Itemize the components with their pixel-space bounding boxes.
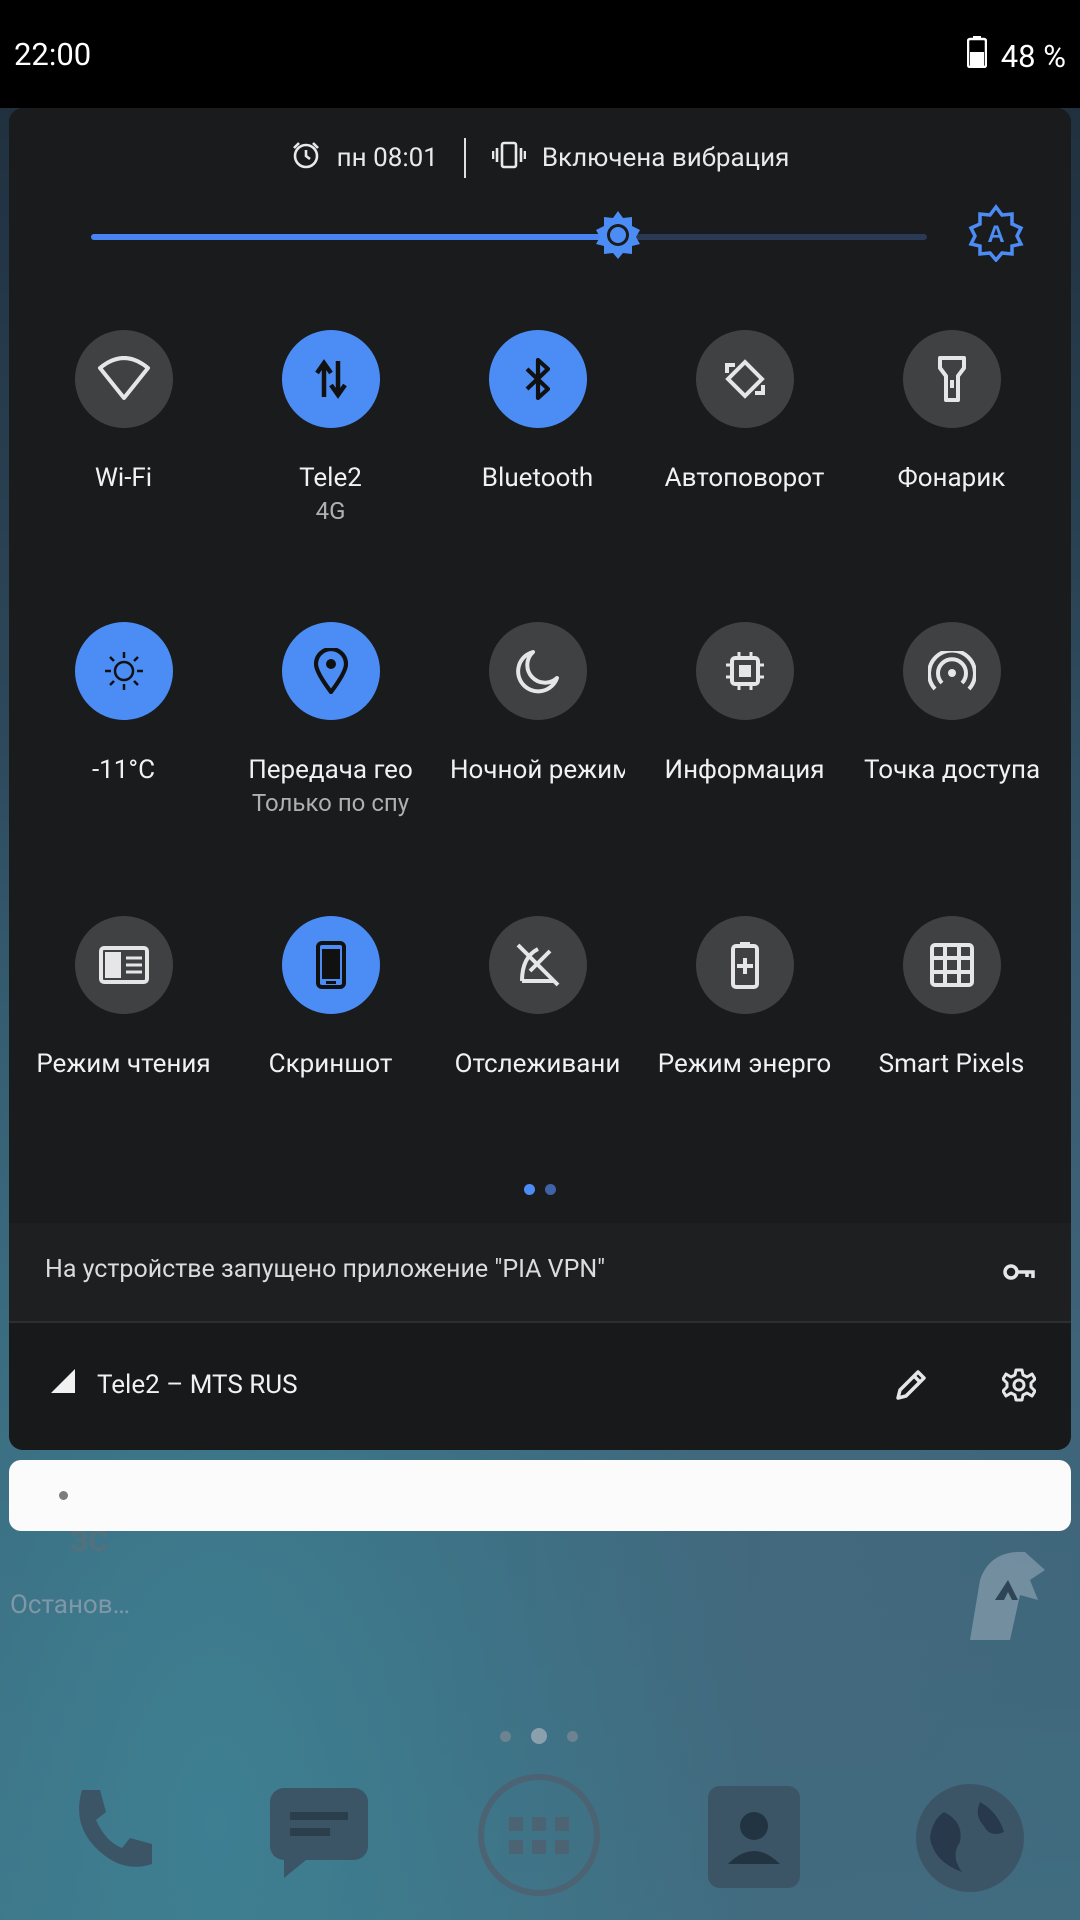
contacts-icon[interactable]: [704, 1782, 804, 1896]
alarm-time: пн 08:01: [336, 143, 438, 173]
tile-label: Скриншот: [268, 1049, 393, 1079]
vpn-key-icon: [1003, 1257, 1035, 1291]
screenshot-icon: [281, 916, 380, 1014]
auto-brightness-icon[interactable]: A: [967, 204, 1025, 263]
vibrate-icon: [491, 141, 527, 176]
tile-smart-pixels[interactable]: Smart Pixels: [848, 916, 1055, 1080]
svg-text:A: A: [987, 221, 1004, 248]
hotspot-icon: [902, 622, 1001, 720]
weather-sun-icon: [74, 622, 173, 720]
bluetooth-icon: [488, 330, 587, 428]
vibration-indicator[interactable]: Включена вибрация: [491, 141, 790, 176]
phone-icon[interactable]: [62, 1782, 158, 1882]
vibration-label: Включена вибрация: [541, 143, 790, 173]
battery-saver-icon: [695, 916, 794, 1014]
browser-globe-icon[interactable]: [914, 1782, 1026, 1898]
notification-dot-icon: [59, 1491, 68, 1500]
tile-label: Wi-Fi: [94, 463, 153, 493]
qs-page-indicator: [9, 1184, 1071, 1195]
tile-battery-saver[interactable]: Режим энерго: [641, 916, 848, 1080]
reading-mode-icon: [74, 916, 173, 1014]
tile-sub-label: Только по спу: [251, 789, 410, 817]
header-divider: [463, 138, 466, 178]
flashlight-icon: [902, 330, 1001, 428]
wifi-icon: [74, 330, 173, 428]
tile-label: Фонарик: [897, 463, 1006, 493]
page-dot: [545, 1184, 556, 1195]
location-icon: [281, 622, 380, 720]
tile-screenshot[interactable]: Скриншот: [227, 916, 434, 1080]
smart-pixels-icon: [902, 916, 1001, 1014]
alarm-indicator[interactable]: пн 08:01: [291, 140, 438, 177]
alarm-clock-icon: [291, 140, 321, 177]
tile-label: Bluetooth: [481, 463, 594, 493]
tile-wifi[interactable]: Wi-Fi: [20, 330, 227, 494]
tile-label: Режим чтения: [36, 1049, 211, 1079]
settings-gear-icon[interactable]: [1001, 1368, 1037, 1406]
carrier-info: Tele2 – MTS RUS: [49, 1367, 298, 1402]
tile-sub-label: 4G: [315, 497, 346, 525]
brightness-fill: [91, 234, 618, 240]
battery-percent: 48 %: [1000, 37, 1066, 75]
brightness-slider[interactable]: [91, 211, 927, 259]
tile-location[interactable]: Передача гео Только по спу: [227, 622, 434, 820]
vpn-status-row[interactable]: На устройстве запущено приложение "PIA V…: [9, 1223, 1071, 1323]
collapsed-notification[interactable]: [9, 1460, 1071, 1531]
tile-auto-rotate[interactable]: Автоповорот: [641, 330, 848, 494]
tile-label: Ночной режим: [450, 755, 625, 785]
vpn-status-text: На устройстве запущено приложение "PIA V…: [45, 1255, 606, 1284]
page-dot-active: [524, 1184, 535, 1195]
status-right-group: 48 %: [966, 36, 1066, 76]
signal-icon: [49, 1367, 77, 1402]
auto-rotate-icon: [695, 330, 794, 428]
tile-hotspot[interactable]: Точка доступа: [848, 622, 1055, 786]
home-page-dot: [500, 1730, 511, 1742]
messages-icon[interactable]: [264, 1782, 374, 1882]
app-drawer-icon[interactable]: [476, 1772, 602, 1902]
qs-header: пн 08:01 Включена вибрация: [9, 136, 1071, 180]
tile-weather[interactable]: -11°C: [20, 622, 227, 786]
home-page-indicator: [500, 1728, 578, 1744]
tracking-off-icon: [488, 916, 587, 1014]
tile-label: Tele2: [299, 463, 362, 493]
tile-label: Информация: [664, 755, 825, 785]
status-time: 22:00: [14, 36, 92, 73]
tile-label: Режим энерго: [657, 1049, 832, 1079]
tile-bluetooth[interactable]: Bluetooth: [434, 330, 641, 494]
home-widget-label[interactable]: Останов…: [10, 1590, 130, 1620]
battery-icon: [966, 36, 987, 76]
tile-reading-mode[interactable]: Режим чтения: [20, 916, 227, 1080]
tile-mobile-data[interactable]: Tele2 4G: [227, 330, 434, 528]
status-bar: 22:00 48 %: [0, 0, 1080, 108]
tile-label: Smart Pixels: [878, 1049, 1025, 1079]
night-mode-icon: [488, 622, 587, 720]
tile-night-mode[interactable]: Ночной режим: [434, 622, 641, 786]
tile-flashlight[interactable]: Фонарик: [848, 330, 1055, 494]
tile-label: Передача гео: [248, 755, 413, 785]
tile-tracking[interactable]: Отслеживани: [434, 916, 641, 1080]
horse-logo-icon[interactable]: [950, 1540, 1060, 1654]
brightness-thumb-icon[interactable]: [592, 209, 644, 261]
carrier-name: Tele2 – MTS RUS: [97, 1369, 298, 1400]
home-page-dot: [531, 1728, 547, 1744]
tile-label: Точка доступа: [864, 755, 1039, 785]
qs-footer: Tele2 – MTS RUS: [9, 1323, 1071, 1450]
tile-info[interactable]: Информация: [641, 622, 848, 786]
home-page-dot: [567, 1730, 578, 1742]
edit-pencil-icon[interactable]: [894, 1368, 928, 1406]
tile-label: -11°C: [91, 755, 156, 785]
cpu-info-icon: [695, 622, 794, 720]
mobile-data-icon: [281, 330, 380, 428]
tile-label: Отслеживани: [454, 1049, 621, 1079]
quick-settings-panel: пн 08:01 Включена вибрация A Wi-Fi Tele2…: [9, 108, 1071, 1450]
tile-label: Автоповорот: [664, 463, 825, 493]
